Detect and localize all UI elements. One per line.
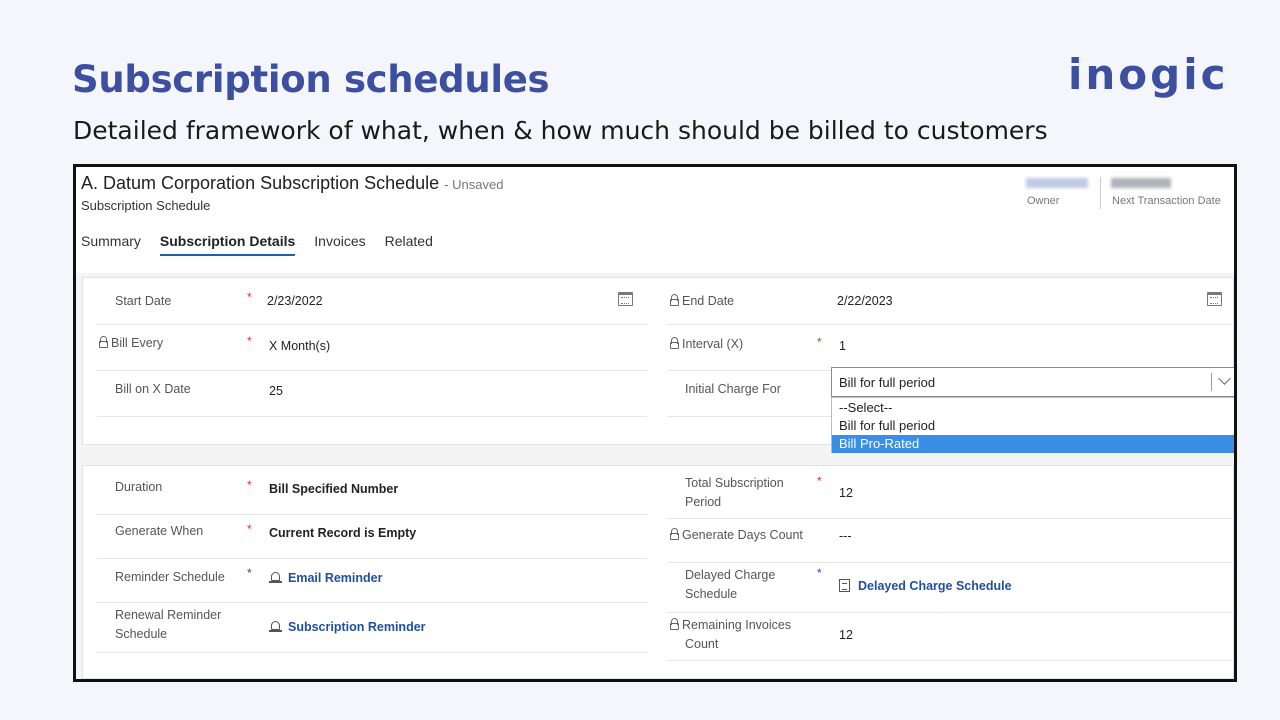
option-bill-pro-rated[interactable]: Bill Pro-Rated	[832, 435, 1234, 453]
interval-label-text: Interval (X)	[682, 337, 744, 351]
record-header: A. Datum Corporation Subscription Schedu…	[76, 167, 1234, 273]
record-title: A. Datum Corporation Subscription Schedu…	[81, 173, 503, 194]
renewal-reminder-schedule-label: Renewal Reminder Schedule	[115, 606, 221, 644]
email-reminder-text: Email Reminder	[288, 571, 383, 585]
select-divider	[1211, 373, 1212, 391]
remaining-invoices-count-value: 12	[839, 628, 853, 642]
renewal-reminder-label-1: Renewal Reminder	[115, 608, 222, 622]
bill-every-label-text: Bill Every	[111, 336, 164, 350]
slide-title: Subscription schedules	[72, 58, 550, 101]
bill-every-label: Bill Every	[99, 334, 163, 353]
generate-days-count-label: Generate Days Count	[670, 526, 803, 545]
required-marker: *	[247, 478, 252, 492]
delayed-charge-schedule-label: Delayed Charge Schedule	[685, 566, 775, 604]
lock-icon	[99, 336, 108, 348]
header-separator	[1100, 177, 1101, 209]
lock-icon	[670, 618, 679, 630]
total-subscription-period-label-2: Period	[685, 495, 722, 509]
interval-value: 1	[839, 339, 846, 353]
start-date-input[interactable]: 2/23/2022	[267, 294, 323, 308]
lock-icon	[670, 294, 679, 306]
calendar-icon[interactable]	[618, 292, 633, 306]
tab-summary[interactable]: Summary	[81, 233, 141, 256]
total-subscription-period-value[interactable]: 12	[839, 486, 853, 500]
owner-value-blurred[interactable]	[1026, 178, 1088, 188]
unsaved-indicator: - Unsaved	[444, 177, 504, 192]
chevron-down-icon[interactable]	[1218, 372, 1231, 385]
crm-screenshot: A. Datum Corporation Subscription Schedu…	[73, 164, 1237, 682]
end-date-label: End Date	[670, 292, 734, 311]
next-transaction-date-label: Next Transaction Date	[1112, 195, 1221, 207]
email-reminder-link[interactable]: Email Reminder	[269, 571, 382, 585]
delayed-charge-schedule-link[interactable]: Delayed Charge Schedule	[839, 579, 1012, 593]
initial-charge-for-selected: Bill for full period	[839, 375, 936, 390]
delayed-charge-schedule-text: Delayed Charge Schedule	[858, 579, 1012, 593]
duration-value[interactable]: Bill Specified Number	[269, 482, 398, 496]
total-subscription-period-label-1: Total Subscription	[685, 476, 784, 490]
document-icon	[839, 579, 850, 592]
bell-icon	[269, 620, 282, 633]
delayed-charge-label-1: Delayed Charge	[685, 568, 776, 582]
generate-when-value[interactable]: Current Record is Empty	[269, 526, 416, 540]
lock-icon	[670, 337, 679, 349]
required-marker: *	[247, 522, 252, 536]
slide-subtitle: Detailed framework of what, when & how m…	[73, 116, 1048, 145]
bill-on-x-date-label: Bill on X Date	[115, 382, 191, 396]
reminder-schedule-label: Reminder Schedule	[115, 570, 225, 584]
subscription-reminder-link[interactable]: Subscription Reminder	[269, 620, 426, 634]
required-marker: *	[247, 290, 252, 304]
subscription-reminder-text: Subscription Reminder	[288, 620, 426, 634]
delayed-charge-label-2: Schedule	[685, 587, 738, 601]
remaining-invoices-label-2: Count	[685, 637, 719, 651]
tab-invoices[interactable]: Invoices	[314, 233, 365, 256]
required-marker: *	[817, 474, 822, 488]
schedule-section: Duration * Bill Specified Number Total S…	[82, 465, 1234, 679]
required-marker: *	[817, 566, 822, 580]
record-title-text: A. Datum Corporation Subscription Schedu…	[81, 173, 440, 193]
required-marker: *	[247, 566, 252, 580]
initial-charge-for-dropdown: --Select-- Bill for full period Bill Pro…	[831, 397, 1234, 453]
tab-bar: Summary Subscription Details Invoices Re…	[81, 233, 452, 256]
start-date-label: Start Date	[115, 294, 172, 308]
end-date-value: 2/22/2023	[837, 294, 893, 308]
generate-days-count-value: ---	[839, 529, 852, 543]
end-date-label-text: End Date	[682, 294, 735, 308]
inogic-logo: inogic	[1068, 50, 1229, 99]
duration-label: Duration	[115, 480, 163, 494]
total-subscription-period-label: Total Subscription Period	[685, 474, 784, 512]
required-marker: *	[247, 334, 252, 348]
owner-label: Owner	[1027, 195, 1060, 207]
initial-charge-for-label: Initial Charge For	[685, 382, 781, 396]
tab-related[interactable]: Related	[385, 233, 433, 256]
tab-subscription-details[interactable]: Subscription Details	[159, 233, 296, 256]
next-transaction-date-value-blurred	[1111, 178, 1171, 188]
initial-charge-for-select[interactable]: Bill for full period	[831, 367, 1234, 397]
option-bill-for-full-period[interactable]: Bill for full period	[832, 417, 1234, 435]
required-marker: *	[817, 335, 822, 349]
renewal-reminder-label-2: Schedule	[115, 627, 168, 641]
remaining-invoices-label-1: Remaining Invoices	[682, 618, 792, 632]
calendar-icon	[1207, 292, 1222, 306]
record-entity-type: Subscription Schedule	[81, 198, 211, 213]
option-select[interactable]: --Select--	[832, 399, 1234, 417]
bill-every-value: X Month(s)	[269, 339, 331, 353]
generate-when-label: Generate When	[115, 524, 204, 538]
generate-days-count-label-text: Generate Days Count	[682, 528, 803, 542]
form-body: Start Date * 2/23/2022 End Date 2/22/202…	[76, 273, 1234, 679]
interval-label: Interval (X)	[670, 335, 743, 354]
remaining-invoices-count-label: Remaining Invoices Count	[670, 616, 791, 654]
lock-icon	[670, 528, 679, 540]
bell-icon	[269, 571, 282, 584]
bill-on-x-date-input[interactable]: 25	[269, 384, 283, 398]
